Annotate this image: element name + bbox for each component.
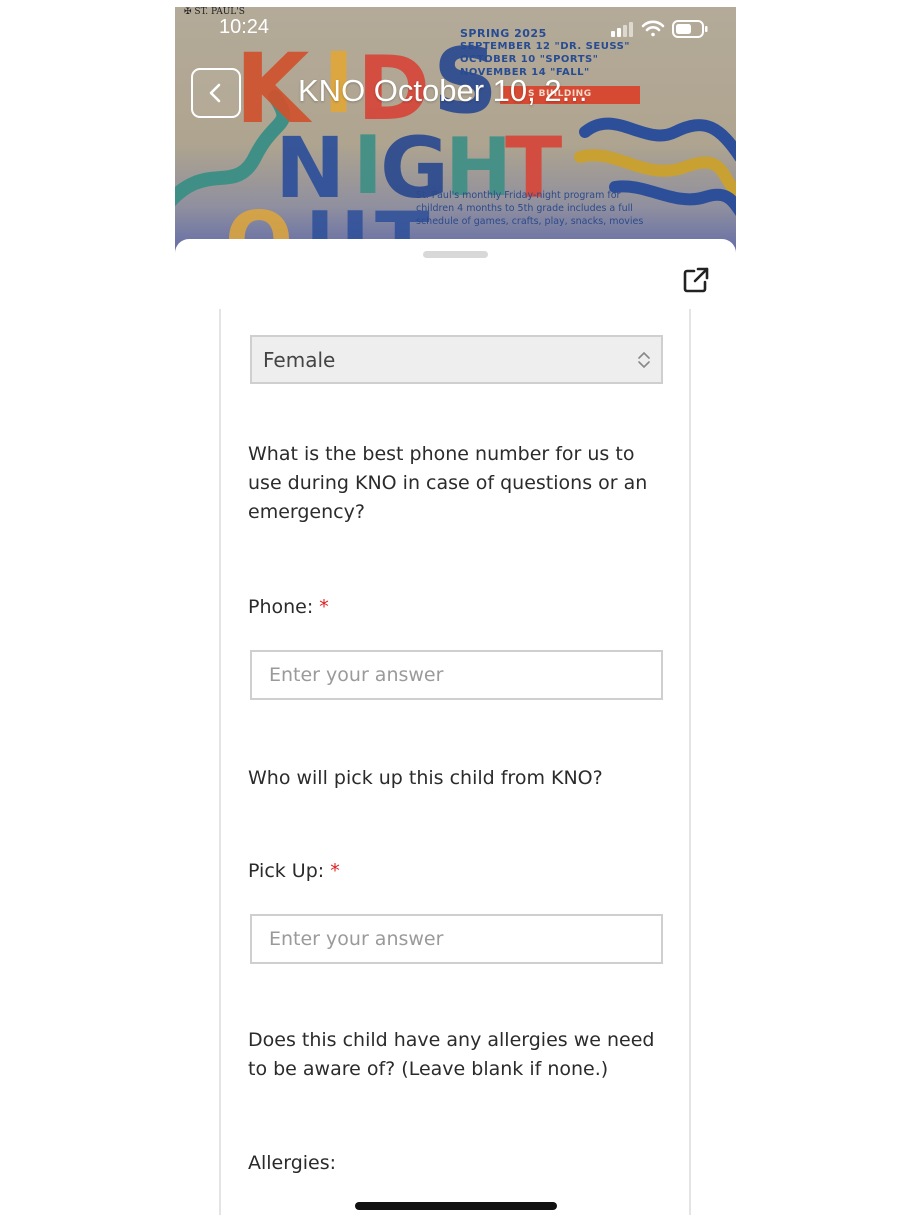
gender-select-value: Female <box>263 348 336 372</box>
required-mark: * <box>330 860 340 882</box>
banner-date-2: OCTOBER 10 "SPORTS" <box>460 54 599 65</box>
required-mark: * <box>319 596 329 618</box>
allergies-label-text: Allergies: <box>248 1152 337 1174</box>
wifi-icon <box>641 20 665 37</box>
allergies-label: Allergies: <box>248 1152 336 1174</box>
back-button[interactable] <box>191 68 241 118</box>
pickup-label-text: Pick Up: <box>248 860 325 882</box>
phone-label: Phone: * <box>248 596 329 618</box>
page-title: KNO October 10, 2... <box>298 73 588 108</box>
home-indicator <box>355 1202 557 1210</box>
status-time: 10:24 <box>219 16 270 38</box>
phone-input[interactable] <box>250 650 663 700</box>
cellular-signal-icon <box>611 22 633 37</box>
phone-label-text: Phone: <box>248 596 314 618</box>
pickup-input[interactable] <box>250 914 663 964</box>
select-arrows-icon <box>638 351 650 369</box>
sheet-grabber[interactable] <box>423 251 488 258</box>
banner-season: SPRING 2025 <box>460 27 547 40</box>
external-link-icon[interactable] <box>681 265 711 295</box>
phone-screen: K I D S N I G H T O U T ✠ ST. PAUL'S SPR… <box>175 7 736 1215</box>
allergies-question: Does this child have any allergies we ne… <box>248 1029 655 1080</box>
form-container: Female What is the best phone number for… <box>219 309 691 1215</box>
pickup-question: Who will pick up this child from KNO? <box>248 767 603 789</box>
battery-icon <box>672 20 708 38</box>
banner-date-1: SEPTEMBER 12 "DR. SEUSS" <box>460 41 630 52</box>
phone-question: What is the best phone number for us to … <box>248 443 648 523</box>
gender-select[interactable]: Female <box>250 335 663 384</box>
pickup-label: Pick Up: * <box>248 860 340 882</box>
form-sheet: Female What is the best phone number for… <box>175 239 736 1215</box>
chevron-left-icon <box>209 83 221 103</box>
event-banner-image: K I D S N I G H T O U T ✠ ST. PAUL'S SPR… <box>175 7 736 257</box>
status-icons <box>611 20 708 38</box>
banner-description: St. Paul's monthly Friday-night program … <box>416 190 644 227</box>
